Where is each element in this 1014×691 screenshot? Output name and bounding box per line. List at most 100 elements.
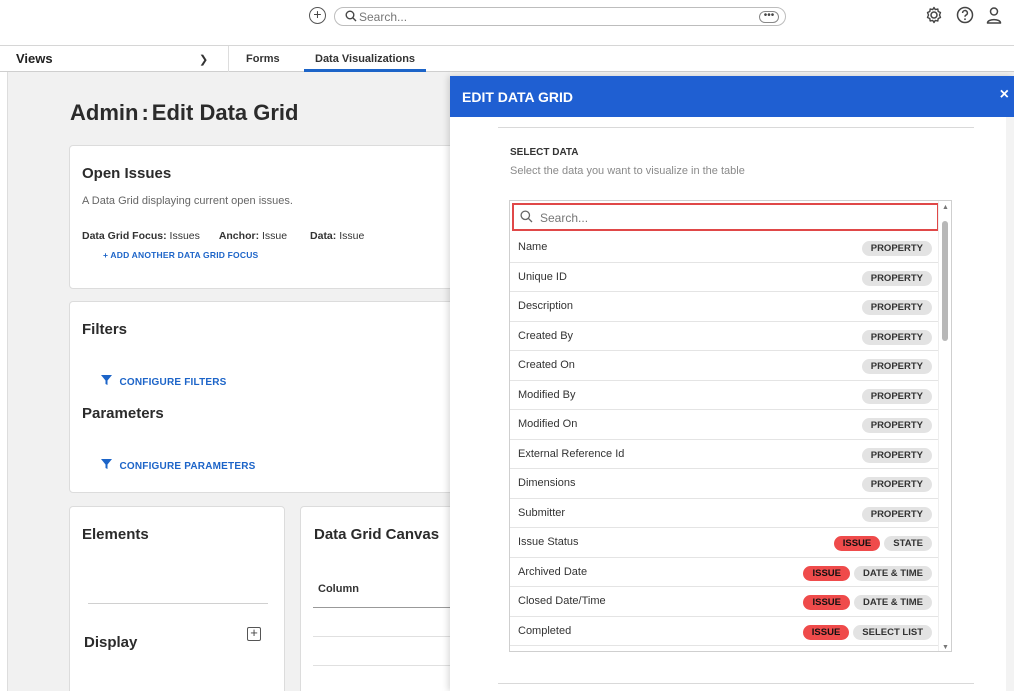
- anchor-label: Anchor:: [218, 230, 260, 242]
- data-list-item[interactable]: Name PROPERTY: [510, 233, 939, 263]
- filters-title: Filters: [82, 321, 128, 338]
- page-title-edit: Edit Data Grid: [151, 100, 299, 125]
- tab-forms[interactable]: Forms: [246, 53, 280, 65]
- panel-divider-top: [498, 127, 974, 128]
- canvas-title: Data Grid Canvas: [314, 526, 440, 543]
- type-badge: PROPERTY: [861, 418, 932, 433]
- data-list-item-name: Completed: [518, 624, 572, 637]
- scroll-up-icon[interactable]: ▲: [942, 204, 949, 211]
- data-list-item-tags: PROPERTY: [861, 477, 932, 492]
- chevron-down-icon[interactable]: ❯: [199, 53, 208, 66]
- panel-header: EDIT DATA GRID ×: [450, 76, 1014, 117]
- data-list-item[interactable]: External Reference Id PROPERTY: [510, 440, 939, 469]
- type-badge: STATE: [884, 536, 932, 551]
- type-badge: PROPERTY: [861, 477, 932, 492]
- data-list-item[interactable]: Completed ISSUE SELECT LIST: [510, 617, 939, 646]
- expand-display-icon[interactable]: +: [247, 626, 261, 641]
- views-label[interactable]: Views: [16, 51, 53, 66]
- panel-title: EDIT DATA GRID: [462, 89, 573, 105]
- elements-title: Elements: [82, 526, 149, 543]
- issue-badge: ISSUE: [803, 565, 850, 581]
- data-list-item[interactable]: CountISSUESELECT LIST: [510, 646, 939, 651]
- data-list-item-tags: ISSUE DATE & TIME: [803, 595, 932, 610]
- focus-value: Issues: [169, 230, 200, 242]
- data-list-item-tags: PROPERTY: [861, 447, 932, 463]
- data-list-item[interactable]: Issue Status ISSUE STATE: [510, 528, 939, 558]
- configure-filters-link[interactable]: CONFIGURE FILTERS: [101, 372, 227, 390]
- panel-scrollbar[interactable]: [1006, 117, 1014, 691]
- data-list-item[interactable]: Created By PROPERTY: [510, 322, 939, 351]
- type-badge: PROPERTY: [861, 241, 932, 256]
- filters-card: Filters CONFIGURE FILTERS Parameters CON…: [69, 301, 469, 493]
- data-list-item-tags: PROPERTY: [861, 418, 932, 433]
- column-header: Column: [318, 583, 359, 595]
- issue-badge: ISSUE: [802, 624, 850, 640]
- nav-divider: [228, 46, 229, 72]
- data-list-item[interactable]: Closed Date/Time ISSUE DATE & TIME: [510, 587, 939, 617]
- sub-navigation: [0, 46, 1014, 72]
- data-list-item-tags: ISSUE DATE & TIME: [803, 565, 932, 581]
- search-icon: [520, 210, 533, 223]
- global-search[interactable]: Search... •••: [334, 7, 786, 26]
- data-value: Issue: [339, 230, 365, 242]
- open-issues-title: Open Issues: [82, 165, 172, 182]
- type-badge: SELECT LIST: [853, 624, 932, 640]
- data-list-item-name: Dimensions: [518, 477, 576, 489]
- page-title: Admin: Edit Data Grid: [70, 100, 298, 126]
- data-list-item-tags: PROPERTY: [861, 241, 932, 256]
- data-search-input[interactable]: [540, 209, 920, 227]
- issue-badge: ISSUE: [803, 595, 850, 610]
- data-list-item-tags: ISSUE SELECT LIST: [802, 624, 932, 640]
- anchor-value: Issue: [261, 230, 288, 242]
- open-issues-description: A Data Grid displaying current open issu…: [82, 195, 293, 207]
- left-edge: [0, 72, 8, 691]
- parameters-title: Parameters: [82, 405, 164, 422]
- help-icon[interactable]: [955, 5, 975, 25]
- data-list-item[interactable]: Submitter PROPERTY: [510, 499, 939, 528]
- data-list-item-name: Unique ID: [518, 270, 567, 283]
- canvas-row-line: [313, 636, 473, 637]
- user-icon[interactable]: [984, 5, 1004, 25]
- data-list-item[interactable]: Modified On PROPERTY: [510, 410, 939, 440]
- data-list-item-tags: PROPERTY: [861, 506, 932, 522]
- data-list-item-name: Created On: [518, 359, 575, 371]
- page-title-separator: :: [141, 100, 149, 125]
- data-label: Data:: [310, 230, 337, 242]
- gear-icon[interactable]: [924, 5, 944, 25]
- scrollbar-thumb[interactable]: [942, 221, 948, 341]
- elements-divider: [88, 603, 268, 604]
- display-label[interactable]: Display: [84, 634, 137, 651]
- data-list-item[interactable]: Unique ID PROPERTY: [510, 263, 939, 292]
- data-list-item-name: External Reference Id: [518, 447, 625, 460]
- data-list-item[interactable]: Created On PROPERTY: [510, 351, 939, 381]
- data-list-item[interactable]: Description PROPERTY: [510, 292, 939, 322]
- configure-parameters-link[interactable]: CONFIGURE PARAMETERS: [101, 456, 256, 474]
- data-search-field[interactable]: [512, 203, 939, 231]
- data-list-item[interactable]: Archived Date ISSUE DATE & TIME: [510, 558, 939, 587]
- scroll-down-icon[interactable]: ▼: [942, 644, 949, 651]
- select-data-label: SELECT DATA: [510, 147, 579, 158]
- configure-filters-label: CONFIGURE FILTERS: [119, 377, 227, 388]
- type-badge: DATE & TIME: [854, 565, 932, 581]
- list-scrollbar[interactable]: ▲ ▼: [938, 201, 951, 651]
- add-data-grid-focus-link[interactable]: + ADD ANOTHER DATA GRID FOCUS: [103, 250, 258, 260]
- open-issues-card: Open Issues A Data Grid displaying curre…: [69, 145, 469, 289]
- canvas-header-line: [313, 607, 473, 608]
- add-icon[interactable]: +: [309, 7, 326, 24]
- data-list-item-name: Modified On: [518, 418, 578, 430]
- data-list-item-tags: PROPERTY: [861, 270, 932, 286]
- more-options-icon[interactable]: •••: [759, 11, 779, 23]
- configure-parameters-label: CONFIGURE PARAMETERS: [119, 461, 256, 472]
- filter-icon: [101, 459, 112, 469]
- data-list-item[interactable]: Dimensions PROPERTY: [510, 469, 939, 499]
- tab-data-visualizations[interactable]: Data Visualizations: [304, 53, 427, 72]
- data-list-item[interactable]: Modified By PROPERTY: [510, 381, 939, 410]
- global-search-placeholder: Search...: [359, 10, 408, 24]
- data-list-item-tags: PROPERTY: [861, 329, 932, 345]
- data-list-item-tags: ISSUE STATE: [833, 536, 932, 551]
- close-icon[interactable]: ×: [1000, 86, 1009, 104]
- data-list-item-name: Submitter: [518, 506, 566, 519]
- type-badge: DATE & TIME: [854, 595, 932, 610]
- type-badge: PROPERTY: [861, 388, 932, 404]
- type-badge: PROPERTY: [861, 447, 932, 463]
